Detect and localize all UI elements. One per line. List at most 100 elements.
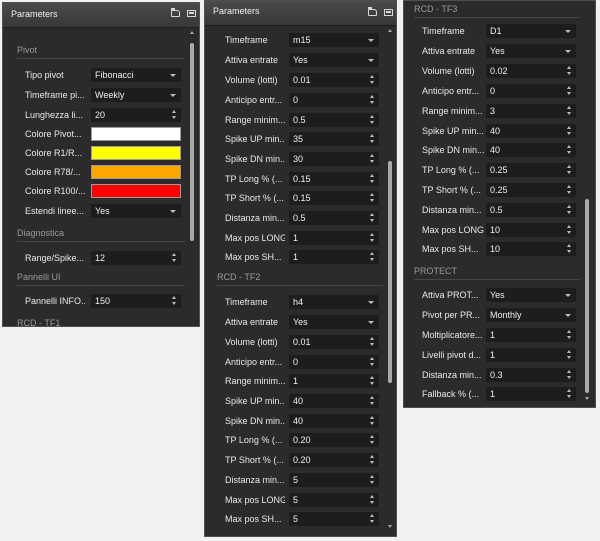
scrollbar[interactable] — [584, 3, 591, 405]
param-dropdown[interactable]: h4 — [289, 295, 379, 309]
param-spinner[interactable]: 30 — [289, 152, 379, 166]
scrollbar-thumb[interactable] — [585, 199, 589, 393]
param-spinner[interactable]: 5 — [289, 512, 379, 526]
param-label: Range minim... — [422, 106, 483, 116]
param-spinner[interactable]: 3 — [486, 104, 576, 118]
param-dropdown[interactable]: Yes — [486, 44, 576, 58]
param-spinner[interactable]: 1 — [486, 387, 576, 401]
section-rcd-tf3: RCD - TF3 — [414, 4, 458, 14]
scrollbar-thumb[interactable] — [388, 161, 392, 383]
param-spinner[interactable]: 40 — [486, 143, 576, 157]
folder-open-icon[interactable] — [171, 8, 180, 17]
param-label: Volume (lotti) — [225, 337, 278, 347]
param-label: Colore R78/... — [25, 167, 81, 177]
param-spinner[interactable]: 1 — [486, 328, 576, 342]
panel-1-body: Pivot Tipo pivot Fibonacci Timeframe pi.… — [3, 28, 199, 326]
param-spinner[interactable]: 40 — [289, 394, 379, 408]
param-label: TP Long % (... — [422, 165, 480, 175]
param-spinner[interactable]: 0.25 — [486, 163, 576, 177]
param-label: Spike DN min... — [422, 145, 484, 155]
panel-1-titlebar[interactable]: Parameters — [3, 3, 199, 28]
param-spinner[interactable]: 12 — [91, 251, 181, 265]
param-spinner[interactable]: 0.01 — [289, 73, 379, 87]
param-label: Anticipo entr... — [225, 95, 283, 105]
panel-title: Parameters — [213, 6, 260, 16]
param-label: Colore R1/R... — [25, 148, 83, 158]
param-spinner[interactable]: 0 — [289, 93, 379, 107]
param-dropdown[interactable]: m15 — [289, 33, 379, 47]
param-spinner[interactable]: 0.5 — [486, 203, 576, 217]
panel-2-body: Timeframe m15 Attiva entrate Yes Volume … — [205, 26, 396, 536]
scroll-up-icon[interactable] — [190, 31, 194, 34]
param-spinner[interactable]: 1 — [289, 231, 379, 245]
param-label: Max pos LONG — [422, 225, 484, 235]
param-label: Distanza min... — [422, 205, 482, 215]
scroll-down-icon[interactable] — [388, 525, 392, 528]
scroll-up-icon[interactable] — [388, 29, 392, 32]
param-spinner[interactable]: 1 — [289, 374, 379, 388]
separator — [414, 17, 580, 18]
param-label: Max pos SH... — [225, 514, 282, 524]
folder-open-icon[interactable] — [368, 7, 377, 16]
param-spinner[interactable]: 0.02 — [486, 64, 576, 78]
param-spinner[interactable]: 1 — [289, 250, 379, 264]
param-spinner[interactable]: 0.15 — [289, 172, 379, 186]
separator — [217, 285, 383, 286]
param-spinner[interactable]: 10 — [486, 223, 576, 237]
panel-2-titlebar[interactable]: Parameters — [205, 1, 396, 26]
param-spinner[interactable]: 1 — [486, 348, 576, 362]
param-spinner[interactable]: 5 — [289, 493, 379, 507]
param-dropdown[interactable]: Yes — [91, 204, 181, 218]
param-dropdown[interactable]: Yes — [289, 315, 379, 329]
param-dropdown[interactable]: Yes — [486, 288, 576, 302]
param-spinner[interactable]: 35 — [289, 132, 379, 146]
param-label: Range/Spike... — [25, 253, 85, 263]
param-spinner[interactable]: 0.5 — [289, 113, 379, 127]
param-spinner[interactable]: 40 — [486, 124, 576, 138]
scroll-down-icon[interactable] — [585, 397, 589, 400]
parameters-panel-2: Parameters Timeframe m15 Attiva entrate … — [204, 0, 397, 537]
param-label: Anticipo entr... — [422, 86, 480, 96]
color-swatch-r1[interactable] — [91, 146, 181, 160]
color-swatch-r100[interactable] — [91, 184, 181, 198]
param-label: Volume (lotti) — [225, 75, 278, 85]
param-spinner[interactable]: 0 — [486, 84, 576, 98]
param-spinner[interactable]: 10 — [486, 242, 576, 256]
param-dropdown[interactable]: D1 — [486, 24, 576, 38]
save-icon[interactable] — [384, 9, 393, 16]
scrollbar[interactable] — [387, 27, 394, 533]
param-spinner[interactable]: 0.5 — [289, 211, 379, 225]
param-spinner[interactable]: 150 — [91, 294, 181, 308]
param-label: Attiva entrate — [225, 55, 279, 65]
param-spinner[interactable]: 0.20 — [289, 433, 379, 447]
param-spinner[interactable]: 0.3 — [486, 368, 576, 382]
param-dropdown[interactable]: Weekly — [91, 88, 181, 102]
param-label: TP Long % (... — [225, 435, 283, 445]
param-label: Timeframe — [225, 35, 268, 45]
param-spinner[interactable]: 5 — [289, 473, 379, 487]
param-label: Spike DN min... — [225, 154, 285, 164]
scrollbar-thumb[interactable] — [190, 43, 194, 241]
param-label: Attiva entrate — [422, 46, 476, 56]
color-swatch-pivot[interactable] — [91, 127, 181, 141]
param-dropdown[interactable]: Monthly — [486, 308, 576, 322]
param-label: Volume (lotti) — [422, 66, 475, 76]
save-icon[interactable] — [187, 10, 196, 17]
scrollbar[interactable] — [189, 29, 196, 325]
param-label: TP Short % (... — [422, 185, 481, 195]
param-spinner[interactable]: 0.20 — [289, 453, 379, 467]
param-spinner[interactable]: 0 — [289, 355, 379, 369]
param-dropdown[interactable]: Fibonacci — [91, 68, 181, 82]
param-spinner[interactable]: 0.15 — [289, 191, 379, 205]
param-spinner[interactable]: 40 — [289, 414, 379, 428]
param-label: Timeframe — [225, 297, 268, 307]
param-spinner[interactable]: 0.01 — [289, 335, 379, 349]
param-label: Spike UP min... — [422, 126, 484, 136]
param-label: Colore Pivot... — [25, 129, 82, 139]
section-rcd-tf1: RCD - TF1 — [17, 318, 61, 326]
param-spinner[interactable]: 20 — [91, 108, 181, 122]
color-swatch-r78[interactable] — [91, 165, 181, 179]
param-dropdown[interactable]: Yes — [289, 53, 379, 67]
param-spinner[interactable]: 0.25 — [486, 183, 576, 197]
param-label: TP Short % (... — [225, 455, 284, 465]
